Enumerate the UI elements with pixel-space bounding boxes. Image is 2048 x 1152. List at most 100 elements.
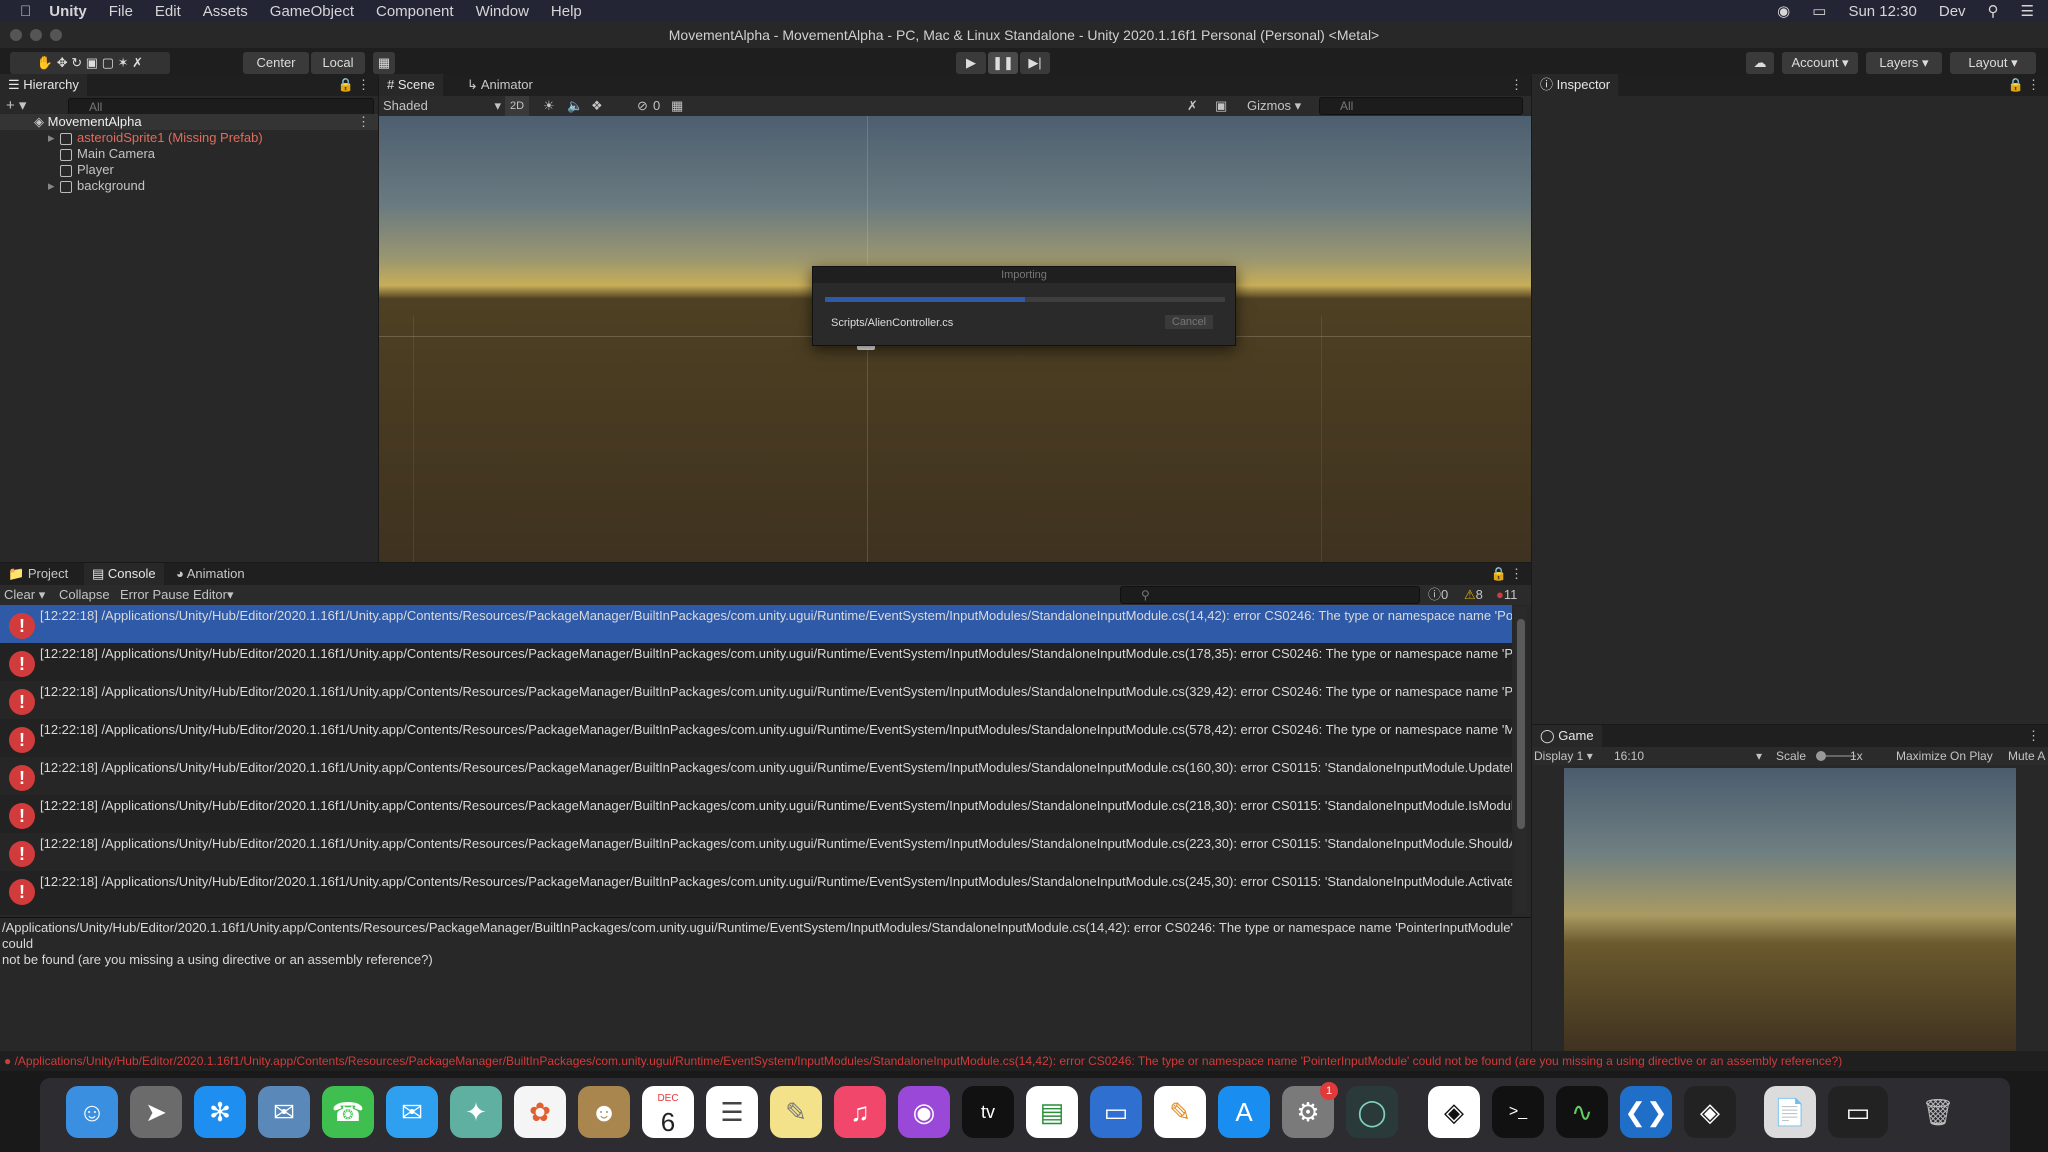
console-row[interactable]: ! [12:22:18] /Applications/Unity/Hub/Edit… [0,833,1512,871]
console-row[interactable]: ! [12:22:18] /Applications/Unity/Hub/Edit… [0,795,1512,833]
music-icon[interactable]: ♫ [834,1086,886,1138]
battery-icon[interactable]: ▭ [1812,2,1826,20]
appletv-icon[interactable]: tv [962,1086,1014,1138]
tab-scene[interactable]: # Scene [379,74,443,96]
camera-icon[interactable]: ▣ [1215,96,1227,116]
panel-menu-icon[interactable]: ⋮ [2027,725,2040,747]
scene-menu-icon[interactable]: ⋮ [357,114,370,130]
expand-arrow-icon[interactable]: ▸ [48,130,55,146]
game-viewport[interactable] [1564,768,2016,1051]
console-row[interactable]: ! [12:22:18] /Applications/Unity/Hub/Edit… [0,871,1512,909]
pivot-local-button[interactable]: Local [311,52,365,74]
step-button[interactable]: ▶| [1020,52,1050,74]
hierarchy-item-background[interactable]: ▸ background [0,178,378,194]
maps-icon[interactable]: ✦ [450,1086,502,1138]
pause-button[interactable]: ❚❚ [988,52,1018,74]
aspect-dropdown[interactable]: 16:10 ▾ [1614,747,1762,765]
maximize-on-play-toggle[interactable]: Maximize On Play [1896,747,1993,765]
documents-folder-icon[interactable]: 📄 [1764,1086,1816,1138]
control-center-icon[interactable]: ☰ [2021,2,2034,20]
menu-edit[interactable]: Edit [155,3,181,20]
safari-icon[interactable]: ✻ [194,1086,246,1138]
create-button[interactable]: + ▾ [6,96,26,114]
lock-icon[interactable]: 🔒 [338,74,354,96]
mute-audio-toggle[interactable]: Mute A [2008,747,2045,765]
status-bar[interactable]: ● /Applications/Unity/Hub/Editor/2020.1.… [0,1051,2048,1071]
apple-icon[interactable]:  [20,3,31,20]
menu-help[interactable]: Help [551,3,582,20]
hierarchy-item-main-camera[interactable]: Main Camera [0,146,378,162]
shading-dropdown[interactable]: Shaded ▾ [383,96,501,116]
lighting-icon[interactable]: ☀ [543,96,555,116]
keynote-icon[interactable]: ▭ [1090,1086,1142,1138]
facetime-icon[interactable]: ☎ [322,1086,374,1138]
console-scrollbar[interactable] [1515,607,1527,913]
layout-dropdown[interactable]: Layout ▾ [1950,52,2036,74]
tab-inspector[interactable]: ⓘ Inspector [1532,74,1619,96]
close-window-button[interactable] [10,29,22,41]
scale-slider-thumb[interactable] [1816,751,1826,761]
calendar-icon[interactable]: DEC 6 [642,1086,694,1138]
display-dropdown[interactable]: Display 1 ▾ [1534,747,1593,765]
tab-console[interactable]: ▤ Console [84,563,164,585]
custom-tool-icon[interactable]: ✗ [132,55,143,70]
import-cancel-button[interactable]: Cancel [1165,315,1213,329]
console-row[interactable]: ! [12:22:18] /Applications/Unity/Hub/Edit… [0,757,1512,795]
trash-icon[interactable]: 🗑 [1912,1086,1964,1138]
grid-icon[interactable]: ▦ [671,96,683,116]
hierarchy-item-player[interactable]: Player [0,162,378,178]
contacts-icon[interactable]: ☻ [578,1086,630,1138]
gitkraken-icon[interactable]: ◯ [1346,1086,1398,1138]
podcasts-icon[interactable]: ◉ [898,1086,950,1138]
rect-tool-icon[interactable]: ▢ [102,55,114,70]
transform-tool-icon[interactable]: ✶ [118,55,129,70]
window-thumbnail-icon[interactable]: ▭ [1828,1086,1888,1138]
clock[interactable]: Sun 12:30 [1848,3,1916,20]
tools-icon[interactable]: ✗ [1187,96,1198,116]
grid-snap-icon[interactable]: ▦ [373,52,395,74]
tab-project[interactable]: 📁 Project [0,563,76,585]
editor-dropdown[interactable]: Editor▾ [193,585,234,605]
reminders-icon[interactable]: ☰ [706,1086,758,1138]
vscode-icon[interactable]: ❮❯ [1620,1086,1672,1138]
scale-tool-icon[interactable]: ▣ [86,55,98,70]
account-dropdown[interactable]: Account ▾ [1782,52,1858,74]
console-search-input[interactable]: ⚲ [1120,586,1420,604]
error-pause-button[interactable]: Error Pause [120,585,189,605]
cloud-icon[interactable]: ☁ [1746,52,1774,74]
lock-icon[interactable]: 🔒 [1491,563,1507,585]
panel-menu-icon[interactable]: ⋮ [1510,74,1523,96]
hierarchy-item-asteroid[interactable]: ▸ asteroidSprite1 (Missing Prefab) [0,130,378,146]
console-row[interactable]: ! [12:22:18] /Applications/Unity/Hub/Edit… [0,719,1512,757]
tab-hierarchy[interactable]: ☰ Hierarchy [0,74,87,96]
messages-icon[interactable]: ✉ [386,1086,438,1138]
clear-button[interactable]: Clear ▾ [4,585,45,605]
scene-search-input[interactable]: All [1319,97,1523,115]
error-count-toggle[interactable]: ●11 [1496,585,1517,605]
layers-dropdown[interactable]: Layers ▾ [1866,52,1942,74]
launchpad-icon[interactable]: ➤ [130,1086,182,1138]
finder-icon[interactable]: ☺ [66,1086,118,1138]
log-count-toggle[interactable]: ⓘ0 [1428,585,1448,605]
collapse-button[interactable]: Collapse [59,585,110,605]
notes-icon[interactable]: ✎ [770,1086,822,1138]
effects-icon[interactable]: ❖ [591,96,603,116]
warning-count-toggle[interactable]: ⚠8 [1464,585,1483,605]
photos-icon[interactable]: ✿ [514,1086,566,1138]
audio-icon[interactable]: 🔈 [567,96,583,116]
app-store-icon[interactable]: A [1218,1086,1270,1138]
scrollbar-thumb[interactable] [1517,619,1525,829]
panel-menu-icon[interactable]: ⋮ [2027,74,2040,96]
tab-animation[interactable]: ◕ Animation [168,563,253,585]
numbers-icon[interactable]: ▤ [1026,1086,1078,1138]
wifi-icon[interactable]: ◉ [1777,2,1790,20]
hand-tool-icon[interactable]: ✋ [37,55,53,70]
user-name[interactable]: Dev [1939,3,1966,20]
console-row[interactable]: ! [12:22:18] /Applications/Unity/Hub/Edit… [0,681,1512,719]
expand-arrow-icon[interactable]: ▸ [48,178,55,194]
unity-hub-icon[interactable]: ◈ [1428,1086,1480,1138]
console-row[interactable]: ! [12:22:18] /Applications/Unity/Hub/Edit… [0,643,1512,681]
panel-menu-icon[interactable]: ⋮ [357,74,370,96]
move-tool-icon[interactable]: ✥ [57,55,68,70]
gizmos-dropdown[interactable]: Gizmos ▾ [1247,96,1305,116]
